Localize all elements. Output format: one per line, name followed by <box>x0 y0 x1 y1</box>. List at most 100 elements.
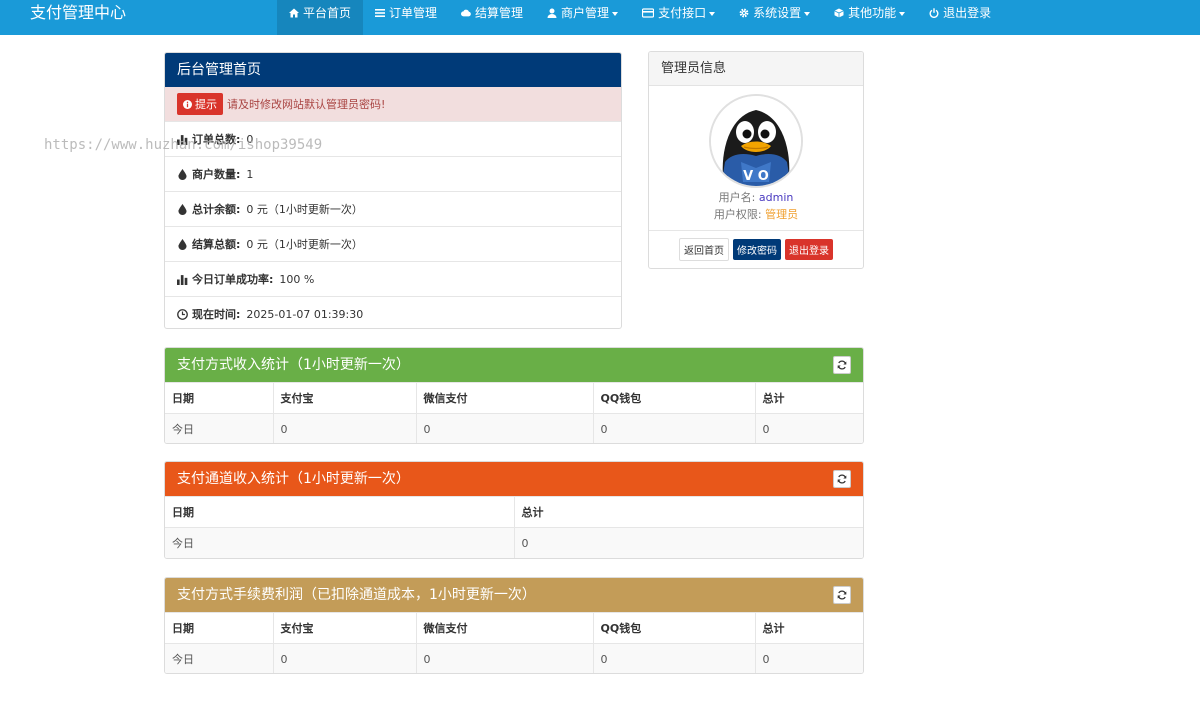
nav-settlement[interactable]: 结算管理 <box>449 0 535 35</box>
chevron-down-icon <box>612 12 619 16</box>
role-label: 用户权限: <box>713 208 762 221</box>
drop-icon <box>178 168 187 180</box>
bar-chart-icon <box>177 134 188 145</box>
penguin-avatar-icon: V O <box>711 96 801 186</box>
refresh-icon <box>837 590 847 600</box>
payment-income-panel: 支付方式收入统计（1小时更新一次） 日期 支付宝 微信支付 QQ钱包 总计 今日… <box>164 347 864 444</box>
change-password-button[interactable]: 修改密码 <box>733 239 781 260</box>
table-cell: 0 <box>592 643 755 673</box>
home-icon <box>289 8 299 18</box>
channel-income-heading: 支付通道收入统计（1小时更新一次） <box>165 462 863 496</box>
column-header: 支付宝 <box>272 612 416 644</box>
refresh-icon <box>837 360 847 370</box>
table-cell: 0 <box>754 643 863 673</box>
payment-income-title: 支付方式收入统计（1小时更新一次） <box>177 357 410 373</box>
fee-profit-heading: 支付方式手续费利润（已扣除通道成本，1小时更新一次） <box>165 578 863 612</box>
card-icon <box>642 8 655 18</box>
table-cell: 0 <box>272 643 416 673</box>
stat-label: 订单总数: <box>192 133 241 146</box>
admin-actions: 返回首页 修改密码 退出登录 <box>649 230 863 268</box>
username-value: admin <box>758 191 794 204</box>
cloud-icon <box>461 9 471 17</box>
logout-button[interactable]: 退出登录 <box>785 239 833 260</box>
nav-merchants[interactable]: 商户管理 <box>535 0 630 35</box>
table-cell: 0 <box>592 413 755 443</box>
stat-value: 0 <box>246 132 254 146</box>
stat-value: 2025-01-07 01:39:30 <box>246 307 364 321</box>
table-cell: 今日 <box>165 413 273 443</box>
gear-icon <box>739 8 749 18</box>
column-header: 总计 <box>754 612 863 644</box>
nav-orders[interactable]: 订单管理 <box>363 0 449 35</box>
admin-info-panel: 管理员信息 V O 用户名: admin 用户权限: 管理员 返回首页 修改密码… <box>648 51 864 269</box>
column-header: 总计 <box>754 382 863 414</box>
payment-income-heading: 支付方式收入统计（1小时更新一次） <box>165 348 863 382</box>
column-header: 支付宝 <box>272 382 416 414</box>
stat-row-orders: 订单总数: 0 <box>165 121 621 156</box>
table-cell: 0 <box>513 527 863 558</box>
nav-logout[interactable]: 退出登录 <box>917 0 1003 35</box>
top-navbar: 支付管理中心 平台首页 订单管理 结算管理 商户管理 支付接口 系统设置 其他功… <box>0 0 1200 35</box>
username-line: 用户名: admin <box>649 189 863 205</box>
nav-home[interactable]: 平台首页 <box>277 0 364 35</box>
stat-value: 0 元（1小时更新一次） <box>246 203 363 216</box>
nav-logout-label: 退出登录 <box>943 6 992 20</box>
nav-settlement-label: 结算管理 <box>475 6 524 20</box>
cube-icon <box>834 8 844 18</box>
nav-merchants-label: 商户管理 <box>561 6 610 20</box>
stat-value: 1 <box>246 167 254 181</box>
refresh-button[interactable] <box>833 586 851 604</box>
column-header: 微信支付 <box>415 612 593 644</box>
table-row: 今日 0 <box>165 527 863 558</box>
user-icon <box>547 8 557 18</box>
chevron-down-icon <box>899 12 906 16</box>
table-cell: 今日 <box>165 643 273 673</box>
username-label: 用户名: <box>718 191 756 204</box>
table-header-row: 日期 总计 <box>165 496 863 528</box>
channel-income-title: 支付通道收入统计（1小时更新一次） <box>177 471 410 487</box>
nav-payment-api[interactable]: 支付接口 <box>630 0 727 35</box>
table-cell: 今日 <box>165 527 514 558</box>
refresh-button[interactable] <box>833 356 851 374</box>
column-header: 日期 <box>165 382 273 414</box>
column-header: 总计 <box>513 496 863 528</box>
channel-income-table: 日期 总计 今日 0 <box>165 496 863 558</box>
nav-system-settings[interactable]: 系统设置 <box>727 0 822 35</box>
role-line: 用户权限: 管理员 <box>649 206 863 222</box>
nav-system-settings-label: 系统设置 <box>753 6 802 20</box>
column-header: QQ钱包 <box>592 612 755 644</box>
alert-tag: 提示 <box>177 93 223 115</box>
column-header: 日期 <box>165 496 514 528</box>
clock-icon <box>177 308 188 320</box>
brand-title[interactable]: 支付管理中心 <box>30 0 126 26</box>
back-home-button[interactable]: 返回首页 <box>679 238 729 261</box>
table-cell: 0 <box>415 643 593 673</box>
drop-icon <box>178 238 187 250</box>
nav-orders-label: 订单管理 <box>389 6 438 20</box>
stat-label: 今日订单成功率: <box>192 273 274 286</box>
table-cell: 0 <box>415 413 593 443</box>
nav-payment-api-label: 支付接口 <box>658 6 707 20</box>
alert-text: 请及时修改网站默认管理员密码! <box>227 98 386 111</box>
overview-panel: 后台管理首页 提示 请及时修改网站默认管理员密码! 订单总数: 0 商户数量: … <box>164 52 622 329</box>
overview-title: 后台管理首页 <box>165 53 621 87</box>
chevron-down-icon <box>804 12 811 16</box>
info-icon <box>183 99 192 109</box>
power-icon <box>929 8 939 18</box>
stat-row-success-rate: 今日订单成功率: 100 % <box>165 261 621 296</box>
stat-row-current-time: 现在时间: 2025-01-07 01:39:30 <box>165 296 621 328</box>
stat-row-merchants: 商户数量: 1 <box>165 156 621 191</box>
nav-other-functions[interactable]: 其他功能 <box>822 0 917 35</box>
refresh-button[interactable] <box>833 470 851 488</box>
stat-row-settlement: 结算总额: 0 元（1小时更新一次） <box>165 226 621 261</box>
channel-income-panel: 支付通道收入统计（1小时更新一次） 日期 总计 今日 0 <box>164 461 864 559</box>
nav-home-label: 平台首页 <box>303 6 352 20</box>
svg-text:V O: V O <box>743 169 769 184</box>
stat-label: 商户数量: <box>192 168 241 181</box>
stat-label: 现在时间: <box>192 308 241 321</box>
table-row: 今日 0 0 0 0 <box>165 413 863 443</box>
drop-icon <box>178 203 187 215</box>
nav-other-functions-label: 其他功能 <box>848 6 897 20</box>
table-row: 今日 0 0 0 0 <box>165 643 863 673</box>
alert-tag-label: 提示 <box>195 98 217 111</box>
